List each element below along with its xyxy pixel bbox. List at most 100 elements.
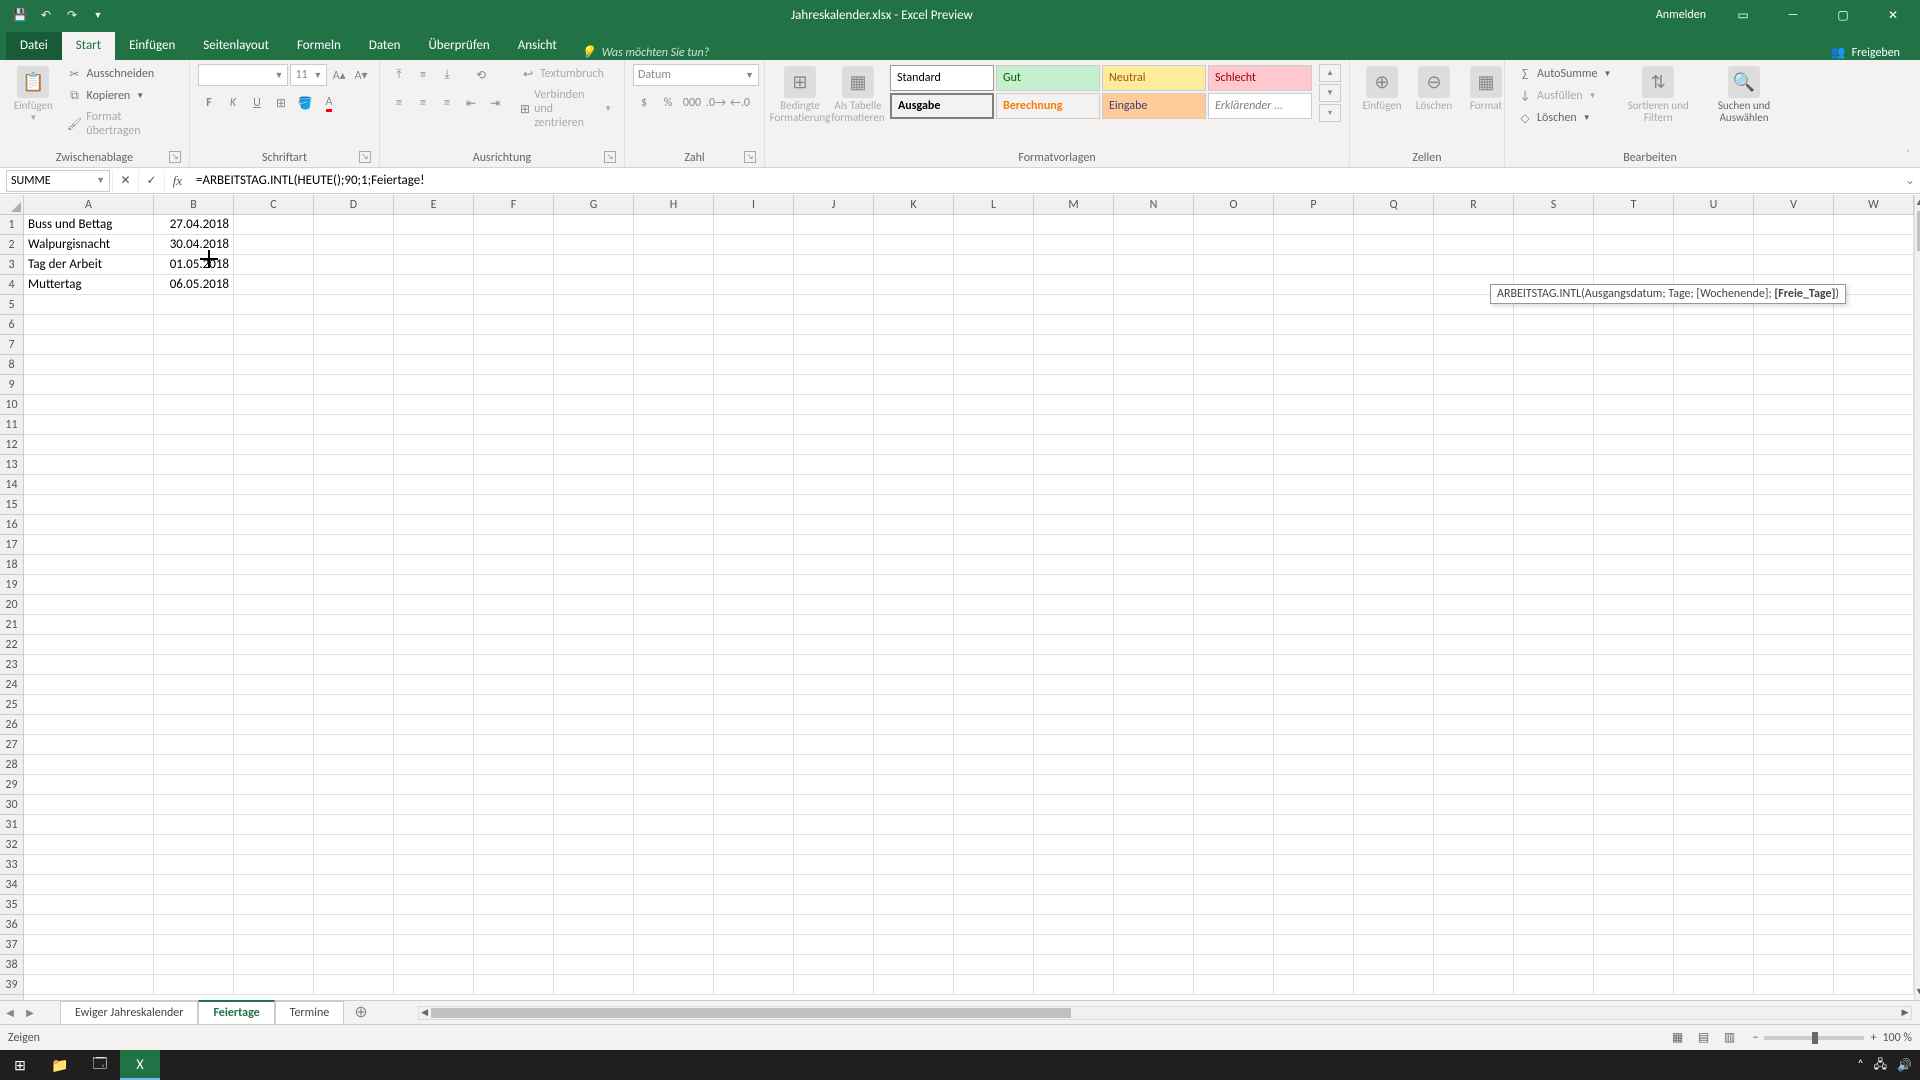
cell-O7[interactable]	[1194, 335, 1274, 355]
cell-C29[interactable]	[234, 775, 314, 795]
cell-F2[interactable]	[474, 235, 554, 255]
cell-R13[interactable]	[1434, 455, 1514, 475]
column-header-Q[interactable]: Q	[1354, 195, 1434, 214]
cell-P18[interactable]	[1274, 555, 1354, 575]
cell-P21[interactable]	[1274, 615, 1354, 635]
cell-E1[interactable]	[394, 215, 474, 235]
cell-T8[interactable]	[1594, 355, 1674, 375]
redo-button[interactable]: ↷	[60, 3, 84, 27]
cell-U32[interactable]	[1674, 835, 1754, 855]
cell-K33[interactable]	[874, 855, 954, 875]
cell-B37[interactable]	[154, 935, 234, 955]
cell-K26[interactable]	[874, 715, 954, 735]
cell-G37[interactable]	[554, 935, 634, 955]
cell-B3[interactable]: 01.05.2018	[154, 255, 234, 275]
cell-Q8[interactable]	[1354, 355, 1434, 375]
orientation-button[interactable]: ⟲	[470, 64, 492, 86]
cell-F18[interactable]	[474, 555, 554, 575]
taskbar-excel[interactable]: X	[120, 1050, 160, 1080]
style-neutral[interactable]: Neutral	[1102, 65, 1206, 91]
cell-I1[interactable]	[714, 215, 794, 235]
cell-L36[interactable]	[954, 915, 1034, 935]
cell-R17[interactable]	[1434, 535, 1514, 555]
cell-W2[interactable]	[1834, 235, 1914, 255]
cell-W34[interactable]	[1834, 875, 1914, 895]
cell-E17[interactable]	[394, 535, 474, 555]
cell-H26[interactable]	[634, 715, 714, 735]
cell-A4[interactable]: Muttertag	[24, 275, 154, 295]
cell-S38[interactable]	[1514, 955, 1594, 975]
cell-N26[interactable]	[1114, 715, 1194, 735]
cell-D35[interactable]	[314, 895, 394, 915]
cell-I19[interactable]	[714, 575, 794, 595]
cell-I24[interactable]	[714, 675, 794, 695]
cell-E31[interactable]	[394, 815, 474, 835]
cell-M12[interactable]	[1034, 435, 1114, 455]
row-header-38[interactable]: 38	[0, 955, 23, 975]
cell-S6[interactable]	[1514, 315, 1594, 335]
cell-V12[interactable]	[1754, 435, 1834, 455]
cell-E39[interactable]	[394, 975, 474, 995]
column-header-J[interactable]: J	[794, 195, 874, 214]
cell-C35[interactable]	[234, 895, 314, 915]
cell-D17[interactable]	[314, 535, 394, 555]
cell-I22[interactable]	[714, 635, 794, 655]
cell-D36[interactable]	[314, 915, 394, 935]
cell-V35[interactable]	[1754, 895, 1834, 915]
cell-D33[interactable]	[314, 855, 394, 875]
cell-F24[interactable]	[474, 675, 554, 695]
cell-J5[interactable]	[794, 295, 874, 315]
cell-Q5[interactable]	[1354, 295, 1434, 315]
cell-G20[interactable]	[554, 595, 634, 615]
cell-H32[interactable]	[634, 835, 714, 855]
row-header-35[interactable]: 35	[0, 895, 23, 915]
taskbar-explorer[interactable]: 📁	[40, 1050, 80, 1080]
cell-G26[interactable]	[554, 715, 634, 735]
font-name-combo[interactable]: ▼	[198, 64, 288, 86]
cell-F11[interactable]	[474, 415, 554, 435]
cell-C37[interactable]	[234, 935, 314, 955]
cell-N37[interactable]	[1114, 935, 1194, 955]
cell-K11[interactable]	[874, 415, 954, 435]
cell-G5[interactable]	[554, 295, 634, 315]
cell-W7[interactable]	[1834, 335, 1914, 355]
cell-E10[interactable]	[394, 395, 474, 415]
cell-G11[interactable]	[554, 415, 634, 435]
font-size-combo[interactable]: 11▼	[290, 64, 327, 86]
cell-O37[interactable]	[1194, 935, 1274, 955]
cell-Q34[interactable]	[1354, 875, 1434, 895]
cell-I34[interactable]	[714, 875, 794, 895]
cell-L13[interactable]	[954, 455, 1034, 475]
cell-K30[interactable]	[874, 795, 954, 815]
cell-S10[interactable]	[1514, 395, 1594, 415]
cell-F21[interactable]	[474, 615, 554, 635]
cell-S15[interactable]	[1514, 495, 1594, 515]
cell-E3[interactable]	[394, 255, 474, 275]
tellme-search[interactable]: 💡 Was möchten Sie tun?	[571, 45, 719, 60]
cell-V26[interactable]	[1754, 715, 1834, 735]
cell-R27[interactable]	[1434, 735, 1514, 755]
cell-L30[interactable]	[954, 795, 1034, 815]
cut-button[interactable]: ✂Ausschneiden	[63, 64, 181, 84]
cell-H36[interactable]	[634, 915, 714, 935]
cell-L5[interactable]	[954, 295, 1034, 315]
cell-I21[interactable]	[714, 615, 794, 635]
style-gallery[interactable]: Standard Gut Neutral Schlecht Ausgabe Be…	[889, 64, 1313, 120]
cell-Q9[interactable]	[1354, 375, 1434, 395]
cell-S1[interactable]	[1514, 215, 1594, 235]
cell-G4[interactable]	[554, 275, 634, 295]
cell-R28[interactable]	[1434, 755, 1514, 775]
cell-J13[interactable]	[794, 455, 874, 475]
cell-U34[interactable]	[1674, 875, 1754, 895]
cell-A19[interactable]	[24, 575, 154, 595]
cell-I2[interactable]	[714, 235, 794, 255]
cell-H38[interactable]	[634, 955, 714, 975]
cell-N24[interactable]	[1114, 675, 1194, 695]
cell-R22[interactable]	[1434, 635, 1514, 655]
cell-F36[interactable]	[474, 915, 554, 935]
cell-T38[interactable]	[1594, 955, 1674, 975]
cell-B17[interactable]	[154, 535, 234, 555]
alignment-dialog-launcher[interactable]: ↘	[604, 151, 616, 163]
cell-I23[interactable]	[714, 655, 794, 675]
cell-C16[interactable]	[234, 515, 314, 535]
